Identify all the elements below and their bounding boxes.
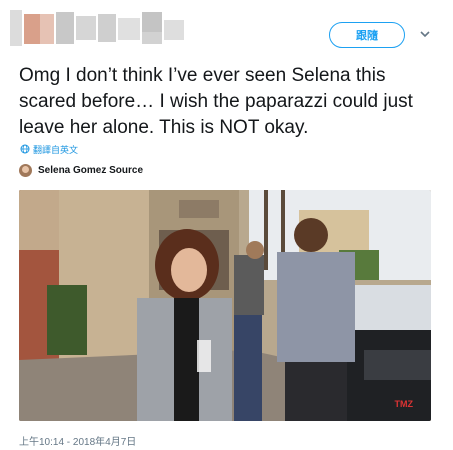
chevron-down-icon[interactable] xyxy=(418,27,432,41)
video-watermark: TMZ xyxy=(394,399,414,409)
quoted-account[interactable]: Selena Gomez Source xyxy=(19,162,143,178)
avatar[interactable] xyxy=(19,163,32,177)
quoted-account-name[interactable]: Selena Gomez Source xyxy=(38,165,143,176)
globe-icon xyxy=(20,144,30,154)
video-frame xyxy=(19,190,431,421)
blurred-author-name[interactable] xyxy=(10,10,188,46)
translate-label: 翻譯自英文 xyxy=(33,144,79,155)
tweet-header: 跟隨 xyxy=(0,0,453,55)
translate-link[interactable]: 翻譯自英文 xyxy=(20,142,78,156)
tweet-text: Omg I don’t think I’ve ever seen Selena … xyxy=(19,65,413,138)
video-player[interactable]: TMZ xyxy=(19,190,431,421)
tweet-timestamp[interactable]: 上午10:14 - 2018年4月7日 xyxy=(19,433,136,448)
follow-button[interactable]: 跟隨 xyxy=(329,22,405,48)
